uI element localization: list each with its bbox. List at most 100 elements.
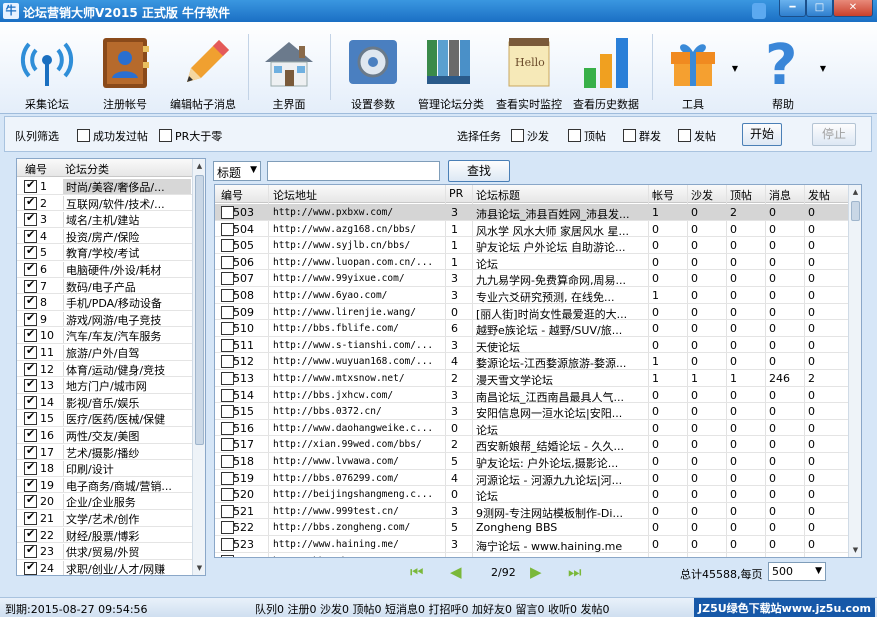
search-field-select[interactable]: 标题 ▼ [213,161,261,181]
minimize-button[interactable]: ━ [779,0,806,17]
table-row[interactable]: 521 http://www.999test.cn/3 9测网-专注网站模板制作-D… [215,503,849,520]
table-row[interactable]: 518 http://www.lvwawa.com/5 驴友论坛: 户外论坛,摄影论… [215,453,849,470]
first-page-button[interactable]: ⏮ [410,563,424,581]
category-row[interactable]: 12 体育/运动/健身/竞技 [17,361,193,378]
category-checkbox[interactable] [24,344,37,359]
table-row[interactable]: 524 http://bbs.4hw.com.cn/3 湿宁网论坛_大国际沉浸膜路 0… [215,553,849,557]
category-row[interactable]: 15 医疗/医药/医械/保健 [17,410,193,427]
next-page-button[interactable]: ▶ [530,563,542,581]
category-checkbox[interactable] [24,444,37,459]
category-checkbox[interactable] [24,510,37,525]
category-row[interactable]: 23 供求/贸易/外贸 [17,543,193,560]
table-row[interactable]: 517 http://xian.99wed.com/bbs/2 西安新娘帮_结婚论坛… [215,436,849,453]
category-checkbox[interactable] [24,493,37,509]
category-checkbox[interactable] [24,427,37,442]
start-button[interactable]: 开始 [742,123,782,146]
category-checkbox[interactable] [24,377,37,393]
table-row[interactable]: 503 http://www.pxbxw.com/3 沛县论坛_沛县百姓网_沛县发.… [215,204,849,221]
category-row[interactable]: 16 两性/交友/美图 [17,427,193,444]
category-row[interactable]: 19 电子商务/商城/营销... [17,477,193,494]
task-post-checkbox[interactable]: 发帖 [678,128,716,144]
category-checkbox[interactable] [24,527,37,542]
category-row[interactable]: 9 游戏/网游/电子竞技 [17,311,193,328]
category-checkbox[interactable] [24,228,37,243]
table-row[interactable]: 516 http://www.daohangweike.c... 0 论坛 0 0 0 0 0 [215,420,849,437]
register-account-button[interactable]: 注册帐号 [94,28,156,112]
category-checkbox[interactable] [24,361,37,376]
maximize-button[interactable]: □ [806,0,833,17]
realtime-monitor-button[interactable]: Hello 查看实时监控 [492,28,566,112]
forum-table-scrollbar[interactable]: ▲ ▼ [848,185,861,557]
settings-button[interactable]: 设置参数 [340,28,406,112]
table-row[interactable]: 511 http://www.s-tianshi.com/... 3 天使论坛 0 0 0 0… [215,337,849,354]
find-button[interactable]: 查找 [448,160,510,182]
category-checkbox[interactable] [24,261,37,276]
category-checkbox[interactable] [24,311,37,326]
category-checkbox[interactable] [24,460,37,476]
table-row[interactable]: 513 http://www.mtxsnow.net/2 漫天雪文学论坛 1 1 1 246… [215,370,849,387]
task-mass-checkbox[interactable]: 群发 [623,128,661,144]
forum-scroll-thumb[interactable] [851,201,860,221]
category-row[interactable]: 1 时尚/美容/奢侈品/... [17,178,193,195]
category-row[interactable]: 17 艺术/摄影/播纱 [17,444,193,461]
table-row[interactable]: 509 http://www.lirenjie.wang/0 [丽人街]时尚女性最爱… [215,304,849,321]
table-row[interactable]: 520 http://beijingshangmeng.c... 0 论坛 0 0 0 0 0 [215,486,849,503]
category-row[interactable]: 18 印刷/设计 [17,460,193,477]
per-page-select[interactable]: 500 ▼ [768,562,826,581]
category-checkbox[interactable] [24,543,37,559]
pr-filter-checkbox[interactable]: PR大于零 [159,128,222,144]
category-checkbox[interactable] [24,278,37,293]
category-row[interactable]: 2 互联网/软件/技术/... [17,195,193,212]
table-row[interactable]: 506 http://www.luopan.com.cn/... 1 论坛 0 0 0 0 0 [215,254,849,271]
table-row[interactable]: 507 http://www.99yixue.com/3 九九易学网-免费算命网,周… [215,270,849,287]
category-scrollbar[interactable]: ▲ ▼ [192,159,205,575]
category-row[interactable]: 21 文学/艺术/创作 [17,510,193,527]
category-checkbox[interactable] [24,244,37,260]
table-row[interactable]: 519 http://bbs.076299.com/4 河源论坛 - 河源九九论坛|… [215,470,849,487]
help-button[interactable]: ? 帮助 ▼ [752,28,826,112]
category-row[interactable]: 22 财经/股票/博彩 [17,527,193,544]
category-row[interactable]: 13 地方门户/城市网 [17,377,193,394]
category-row[interactable]: 10 汽车/车友/汽车服务 [17,327,193,344]
task-sofa-checkbox[interactable]: 沙发 [511,128,549,144]
category-row[interactable]: 11 旅游/户外/自驾 [17,344,193,361]
home-button[interactable]: 主界面 [258,28,320,112]
table-row[interactable]: 515 http://bbs.0372.cn/3 安阳信息网一洹水论坛|安阳... 0… [215,403,849,420]
tools-button[interactable]: 工具 ▼ [660,28,738,112]
category-row[interactable]: 3 域名/主机/建站 [17,211,193,228]
category-checkbox[interactable] [24,410,37,426]
success-filter-checkbox[interactable]: 成功发过帖 [77,128,148,144]
table-row[interactable]: 523 http://www.haining.me/3 海宁论坛 - www.hai… [215,536,849,553]
close-button[interactable]: ✕ [833,0,873,17]
prev-page-button[interactable]: ◀ [450,563,462,581]
category-checkbox[interactable] [24,394,37,409]
category-row[interactable]: 20 企业/企业服务 [17,493,193,510]
last-page-button[interactable]: ⏭ [568,563,582,581]
category-row[interactable]: 5 教育/学校/考试 [17,244,193,261]
table-row[interactable]: 504 http://www.azg168.cn/bbs/1 风水学 风水大师 家居… [215,221,849,238]
category-row[interactable]: 6 电脑硬件/外设/耗材 [17,261,193,278]
table-row[interactable]: 512 http://www.wuyuan168.com/... 4 婺源论坛-江西婺… [215,353,849,370]
category-checkbox[interactable] [24,327,37,343]
search-input[interactable] [267,161,440,181]
table-row[interactable]: 514 http://bbs.jxhcw.com/3 南昌论坛_江西南昌最具人气..… [215,387,849,404]
category-row[interactable]: 4 投资/房产/保险 [17,228,193,245]
category-row[interactable]: 7 数码/电子产品 [17,278,193,295]
tools-dropdown-arrow[interactable]: ▼ [732,64,738,73]
table-row[interactable]: 522 http://bbs.zongheng.com/5 Zongheng BBS… [215,519,849,536]
category-checkbox[interactable] [24,211,37,227]
task-bump-checkbox[interactable]: 顶帖 [568,128,606,144]
collect-forum-button[interactable]: 采集论坛 [14,28,80,112]
category-checkbox[interactable] [24,294,37,310]
edit-post-button[interactable]: 编辑帖子消息 [166,28,240,112]
category-checkbox[interactable] [24,178,37,193]
table-row[interactable]: 505 http://www.syjlb.cn/bbs/1 驴友论坛 户外论坛 自助… [215,237,849,254]
category-row[interactable]: 14 影视/音乐/娱乐 [17,394,193,411]
help-dropdown-arrow[interactable]: ▼ [820,64,826,73]
stop-button[interactable]: 停止 [812,123,856,146]
category-checkbox[interactable] [24,560,37,575]
history-data-button[interactable]: 查看历史数据 [570,28,642,112]
table-row[interactable]: 508 http://www.6yao.com/3 专业六爻研究预测, 在线免...… [215,287,849,304]
category-scroll-thumb[interactable] [195,175,204,445]
category-checkbox[interactable] [24,195,37,210]
